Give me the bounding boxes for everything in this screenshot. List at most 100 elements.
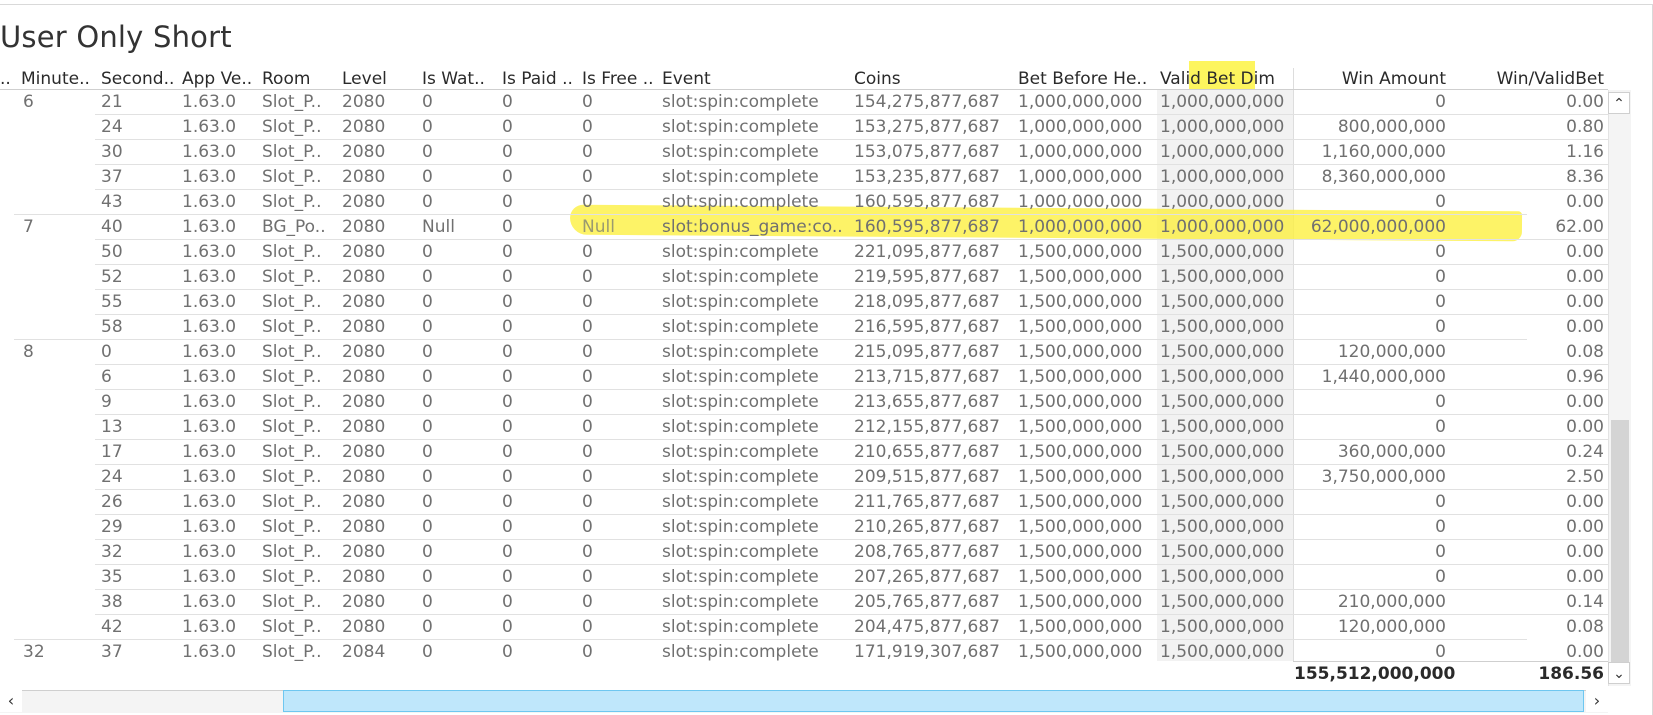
col-header-is-paid[interactable]: Is Paid .. — [502, 68, 573, 90]
table-row[interactable]: 6 1.63.0 Slot_P.. 2080 0 0 0 slot:spin:complete… — [0, 365, 1608, 390]
cell-win-amount: 0 — [1435, 492, 1446, 512]
table-row[interactable]: 55 1.63.0 Slot_P.. 2080 0 0 0 slot:spin:complet… — [0, 290, 1608, 315]
cell-second: 13 — [101, 417, 123, 437]
chevron-right-icon[interactable]: › — [1586, 690, 1608, 712]
col-header-event[interactable]: Event — [662, 68, 711, 90]
col-header-win-validbet[interactable]: Win/ValidBet — [1446, 68, 1604, 90]
cell-room: Slot_P.. — [262, 267, 322, 287]
cell-event: slot:spin:complete — [662, 142, 819, 162]
table-row[interactable]: 26 1.63.0 Slot_P.. 2080 0 0 0 slot:spin:complet… — [0, 490, 1608, 515]
col-header-bet-before[interactable]: Bet Before He.. — [1018, 68, 1147, 90]
cell-valid-bet: 1,500,000,000 — [1160, 467, 1285, 487]
table-row[interactable]: 8 0 1.63.0 Slot_P.. 2080 0 0 0 slot:spin:complet… — [0, 340, 1608, 365]
cell-is-watched: 0 — [422, 192, 433, 212]
chevron-down-icon[interactable]: ⌄ — [1608, 662, 1630, 684]
table-row[interactable]: 50 1.63.0 Slot_P.. 2080 0 0 0 slot:spin:complet… — [0, 240, 1608, 265]
col-header-room[interactable]: Room — [262, 68, 310, 90]
cell-event: slot:spin:complete — [662, 592, 819, 612]
table-row[interactable]: 32 37 1.63.0 Slot_P.. 2084 0 0 0 slot:spin:compl… — [0, 640, 1608, 661]
cell-event: slot:spin:complete — [662, 542, 819, 562]
cell-event: slot:spin:complete — [662, 417, 819, 437]
cell-coins: 219,595,877,687 — [854, 267, 1001, 287]
cell-event: slot:spin:complete — [662, 267, 819, 287]
cell-win-amount: 120,000,000 — [1337, 617, 1446, 637]
table-row[interactable]: 9 1.63.0 Slot_P.. 2080 0 0 0 slot:spin:complete… — [0, 390, 1608, 415]
cell-coins: 153,235,877,687 — [854, 167, 1001, 187]
cell-win-amount: 0 — [1435, 242, 1446, 262]
vertical-scroll-thumb[interactable] — [1611, 420, 1629, 664]
cell-valid-bet: 1,500,000,000 — [1160, 517, 1285, 537]
table-row[interactable]: 32 1.63.0 Slot_P.. 2080 0 0 0 slot:spin:complet… — [0, 540, 1608, 565]
table-row[interactable]: 17 1.63.0 Slot_P.. 2080 0 0 0 slot:spin:complet… — [0, 440, 1608, 465]
cell-app-version: 1.63.0 — [182, 367, 237, 387]
col-header-is-free[interactable]: Is Free .. — [582, 68, 654, 90]
cell-is-free: 0 — [582, 642, 593, 661]
cell-win-amount: 800,000,000 — [1337, 117, 1446, 137]
cell-win-validbet: 0.00 — [1566, 92, 1604, 112]
cell-room: Slot_P.. — [262, 292, 322, 312]
horizontal-scroll-thumb[interactable] — [283, 690, 1584, 712]
col-header-coins[interactable]: Coins — [854, 68, 901, 90]
cell-app-version: 1.63.0 — [182, 342, 237, 362]
col-header-second[interactable]: Second.. — [101, 68, 174, 90]
cell-event: slot:spin:complete — [662, 467, 819, 487]
col-header-minute[interactable]: Minute.. — [21, 68, 90, 90]
table-row[interactable]: 13 1.63.0 Slot_P.. 2080 0 0 0 slot:spin:complet… — [0, 415, 1608, 440]
table-row[interactable]: 38 1.63.0 Slot_P.. 2080 0 0 0 slot:spin:complet… — [0, 590, 1608, 615]
col-header-win-amount[interactable]: Win Amount — [1294, 68, 1446, 90]
cell-room: Slot_P.. — [262, 542, 322, 562]
cell-room: BG_Po.. — [262, 217, 326, 237]
cell-second: 52 — [101, 267, 123, 287]
cell-is-free: 0 — [582, 167, 593, 187]
table-row[interactable]: 24 1.63.0 Slot_P.. 2080 0 0 0 slot:spin:complet… — [0, 115, 1608, 140]
cell-win-validbet: 0.08 — [1566, 617, 1604, 637]
cell-minute: 7 — [23, 217, 34, 237]
cell-win-validbet: 0.00 — [1566, 317, 1604, 337]
cell-is-paid: 0 — [502, 342, 513, 362]
table-row[interactable]: 43 1.63.0 Slot_P.. 2080 0 0 0 slot:spin:complet… — [0, 190, 1608, 215]
cell-is-free: 0 — [582, 617, 593, 637]
cell-win-validbet: 2.50 — [1566, 467, 1604, 487]
chevron-left-icon[interactable]: ‹ — [0, 690, 22, 712]
table-row[interactable]: 7 40 1.63.0 BG_Po.. 2080 Null 0 Null slot:bonus_… — [0, 215, 1608, 240]
table-row[interactable]: 37 1.63.0 Slot_P.. 2080 0 0 0 slot:spin:complet… — [0, 165, 1608, 190]
cell-bet-before: 1,500,000,000 — [1018, 517, 1143, 537]
cell-second: 40 — [101, 217, 123, 237]
table-row[interactable]: 35 1.63.0 Slot_P.. 2080 0 0 0 slot:spin:complet… — [0, 565, 1608, 590]
cell-second: 35 — [101, 567, 123, 587]
cell-is-watched: 0 — [422, 517, 433, 537]
cell-bet-before: 1,500,000,000 — [1018, 392, 1143, 412]
table-row[interactable]: 52 1.63.0 Slot_P.. 2080 0 0 0 slot:spin:complet… — [0, 265, 1608, 290]
table-row[interactable]: 6 21 1.63.0 Slot_P.. 2080 0 0 0 slot:spin:comple… — [0, 90, 1608, 115]
cell-level: 2080 — [342, 317, 386, 337]
chevron-up-icon[interactable]: ⌃ — [1608, 92, 1630, 114]
cell-minute — [23, 565, 73, 590]
cell-win-amount: 0 — [1435, 542, 1446, 562]
cell-bet-before: 1,000,000,000 — [1018, 167, 1143, 187]
col-header-level[interactable]: Level — [342, 68, 387, 90]
cell-second: 42 — [101, 617, 123, 637]
cell-app-version: 1.63.0 — [182, 492, 237, 512]
cell-is-paid: 0 — [502, 92, 513, 112]
col-header-valid-bet[interactable]: Valid Bet Dim — [1160, 68, 1275, 90]
cell-coins: 221,095,877,687 — [854, 242, 1001, 262]
table-row[interactable]: 30 1.63.0 Slot_P.. 2080 0 0 0 slot:spin:complet… — [0, 140, 1608, 165]
cell-room: Slot_P.. — [262, 117, 322, 137]
table-row[interactable]: 24 1.63.0 Slot_P.. 2080 0 0 0 slot:spin:complet… — [0, 465, 1608, 490]
col-header-is-watched[interactable]: Is Wat.. — [422, 68, 485, 90]
cell-coins: 212,155,877,687 — [854, 417, 1001, 437]
cell-win-amount: 120,000,000 — [1337, 342, 1446, 362]
cell-is-watched: 0 — [422, 142, 433, 162]
col-header-hidden[interactable]: .. — [0, 68, 11, 90]
cell-is-free: 0 — [582, 467, 593, 487]
table-row[interactable]: 42 1.63.0 Slot_P.. 2080 0 0 0 slot:spin:complet… — [0, 615, 1608, 640]
cell-app-version: 1.63.0 — [182, 192, 237, 212]
table-row[interactable]: 58 1.63.0 Slot_P.. 2080 0 0 0 slot:spin:complet… — [0, 315, 1608, 340]
cell-bet-before: 1,500,000,000 — [1018, 642, 1143, 661]
cell-valid-bet: 1,500,000,000 — [1160, 567, 1285, 587]
cell-win-amount: 0 — [1435, 417, 1446, 437]
table-row[interactable]: 29 1.63.0 Slot_P.. 2080 0 0 0 slot:spin:complet… — [0, 515, 1608, 540]
cell-room: Slot_P.. — [262, 417, 322, 437]
cell-bet-before: 1,500,000,000 — [1018, 317, 1143, 337]
col-header-app-version[interactable]: App Ve.. — [182, 68, 252, 90]
